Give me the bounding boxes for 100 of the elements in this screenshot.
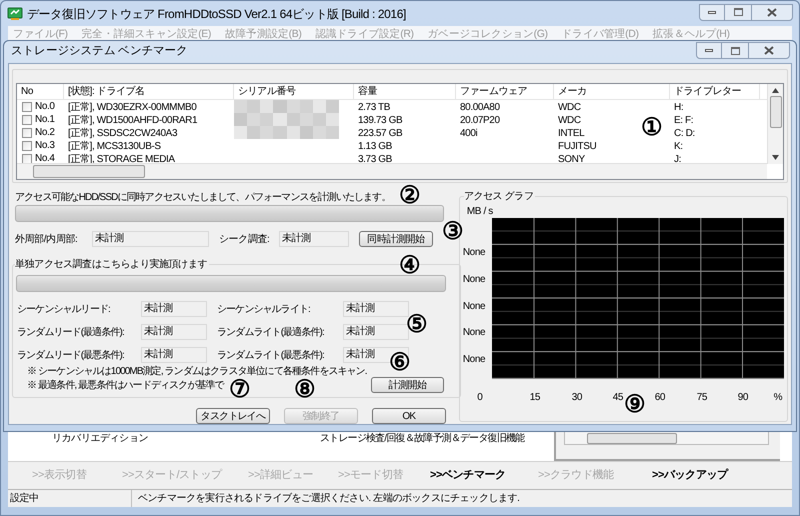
column-header[interactable]: No xyxy=(17,84,64,99)
readout-field: 未計測 xyxy=(343,301,409,317)
axis-label: 15 xyxy=(528,391,542,405)
callout-number: ⑧ xyxy=(294,378,316,402)
table-cell-text: H: xyxy=(673,101,684,114)
axis-label: None xyxy=(462,246,486,260)
callout-number: ② xyxy=(399,184,421,208)
axis-label: 60 xyxy=(654,391,666,405)
push-button[interactable]: OK xyxy=(372,408,446,424)
status-message: ベンチマークを実行されるドライブをご選択ください. 左端のボックスにチェックします. xyxy=(137,492,520,506)
field-label: ランダムライト(最悪条件): xyxy=(217,348,324,362)
field-label: シーケンシャルライト: xyxy=(217,302,310,316)
feature-label: ストレージ検査/回復＆故障予測＆データ復旧機能 xyxy=(320,432,526,446)
table-cell-text: 3.73 GB xyxy=(357,153,392,164)
horizontal-scrollbar[interactable] xyxy=(17,163,767,179)
minimize-button[interactable] xyxy=(696,42,722,59)
note-text: ※ シーケンシャルは1000MB測定, ランダムはクラスタ単位にて各種条件をスキャン. xyxy=(27,365,367,378)
axis-label: 30 xyxy=(570,391,584,405)
readout-field: 未計測 xyxy=(141,301,207,317)
axis-label: None xyxy=(462,353,486,368)
checkbox[interactable] xyxy=(22,102,32,112)
close-button[interactable] xyxy=(751,4,793,20)
callout-number: ⑤ xyxy=(406,313,428,337)
status-text: 設定中 xyxy=(8,490,132,507)
callout-number: ⑦ xyxy=(229,378,251,402)
callout-number: ⑥ xyxy=(389,351,411,375)
axis-label: 75 xyxy=(696,391,708,405)
window-title: データ復旧ソフトウェア FromHDDtoSSD Ver2.1 64ビット版 [Build : 2016] xyxy=(27,6,406,22)
column-header[interactable]: シリアル番号 xyxy=(234,84,354,99)
scroll-down-icon xyxy=(772,155,779,160)
close-icon xyxy=(764,46,774,55)
table-cell-text: 80.00A80 xyxy=(459,101,500,114)
column-header[interactable]: ドライブレター xyxy=(670,84,760,99)
table-cell-text: [正常], SSDSC2CW240A3 xyxy=(67,127,178,140)
table-cell-text: [正常], WD1500AHFD-00RAR1 xyxy=(67,114,198,127)
minimize-button[interactable] xyxy=(699,4,725,20)
table-cell: No.0 xyxy=(35,100,55,113)
column-header[interactable]: 容量 xyxy=(354,84,456,99)
table-cell: No.1 xyxy=(35,113,55,126)
checkbox[interactable] xyxy=(22,154,32,164)
close-icon xyxy=(767,8,777,16)
description-text: アクセス可能なHDD/SSDに同時アクセスいたしまして、パフォーマンスを計測いたします。 xyxy=(14,190,390,205)
column-header[interactable]: [状態]: ドライブ名 xyxy=(64,84,234,99)
checkbox[interactable] xyxy=(22,140,32,150)
column-header[interactable]: メーカ xyxy=(554,84,670,99)
dialog-title: ストレージシステム ベンチマーク xyxy=(11,44,188,60)
table-cell-text: INTEL xyxy=(557,127,584,140)
table-cell-text: FUJITSU xyxy=(557,140,596,153)
readout-field: 未計測 xyxy=(141,347,207,363)
axis-label: 90 xyxy=(736,391,750,405)
axis-label: % xyxy=(772,391,784,405)
column-header[interactable]: ファームウェア xyxy=(456,84,554,99)
nav-link[interactable]: >>バックアップ xyxy=(652,467,752,484)
table-cell-text: 1.13 GB xyxy=(357,140,392,153)
callout-number: ⑨ xyxy=(624,393,646,417)
table-cell-text: 139.73 GB xyxy=(357,114,402,127)
axis-unit: MB / s xyxy=(466,205,493,219)
table-cell-text: 223.57 GB xyxy=(357,127,402,140)
readout-field: 未計測 xyxy=(279,231,349,247)
table-cell-text: WDC xyxy=(557,114,581,127)
group-title: 単独アクセス調査はこちらより実施頂けます xyxy=(15,257,210,272)
readout-field: 未計測 xyxy=(92,231,209,247)
note-text: ※ 最適条件, 最悪条件はハードディスクが基準で xyxy=(27,379,224,393)
field-label: ランダムリード(最適条件): xyxy=(17,326,124,340)
app-icon xyxy=(7,6,23,20)
maximize-button[interactable] xyxy=(725,4,751,20)
table-cell-text: C: D: xyxy=(673,127,695,140)
axis-label: None xyxy=(462,326,486,340)
field-label: 外周部/内周部: xyxy=(15,232,78,246)
table-cell-text: 20.07P20 xyxy=(459,114,500,127)
field-label: ランダムリード(最悪条件): xyxy=(17,348,124,362)
close-button[interactable] xyxy=(748,42,790,59)
checkbox[interactable] xyxy=(22,114,32,124)
table-row[interactable]: No.3 [正常], MCS3130UB-S 1.13 GB FUJITSU K: xyxy=(17,139,766,152)
scroll-up-icon xyxy=(772,88,779,93)
table-cell-text: 400i xyxy=(459,127,478,140)
axis-label: 45 xyxy=(612,391,624,405)
callout-number: ① xyxy=(641,116,663,140)
callout-number: ③ xyxy=(442,220,464,244)
table-cell: No.4 xyxy=(35,152,55,164)
axis-label: None xyxy=(462,272,486,287)
push-button[interactable]: 同時計測開始 xyxy=(359,231,433,247)
readout-field: 未計測 xyxy=(343,324,409,340)
table-cell-text: [正常], MCS3130UB-S xyxy=(67,140,161,153)
nav-link[interactable]: >>ベンチマーク xyxy=(430,467,538,484)
table-cell-text: E: F: xyxy=(673,114,694,127)
push-button[interactable]: 計測開始 xyxy=(371,377,444,393)
field-label: シーク調査: xyxy=(219,232,270,246)
vertical-scrollbar[interactable] xyxy=(767,84,783,164)
maximize-button[interactable] xyxy=(722,42,748,59)
axis-label: 0 xyxy=(476,391,484,405)
push-button[interactable]: タスクトレイへ xyxy=(196,408,270,424)
axis-label: None xyxy=(462,300,486,314)
checkbox[interactable] xyxy=(22,128,32,138)
edition-label: リカバリエディション xyxy=(52,432,150,446)
table-cell-text: 2.73 TB xyxy=(357,101,390,114)
table-cell: No.2 xyxy=(35,126,55,139)
table-cell-text: WDC xyxy=(557,101,581,114)
horizontal-scrollbar[interactable] xyxy=(564,431,769,445)
table-cell-text: SONY xyxy=(557,153,585,164)
